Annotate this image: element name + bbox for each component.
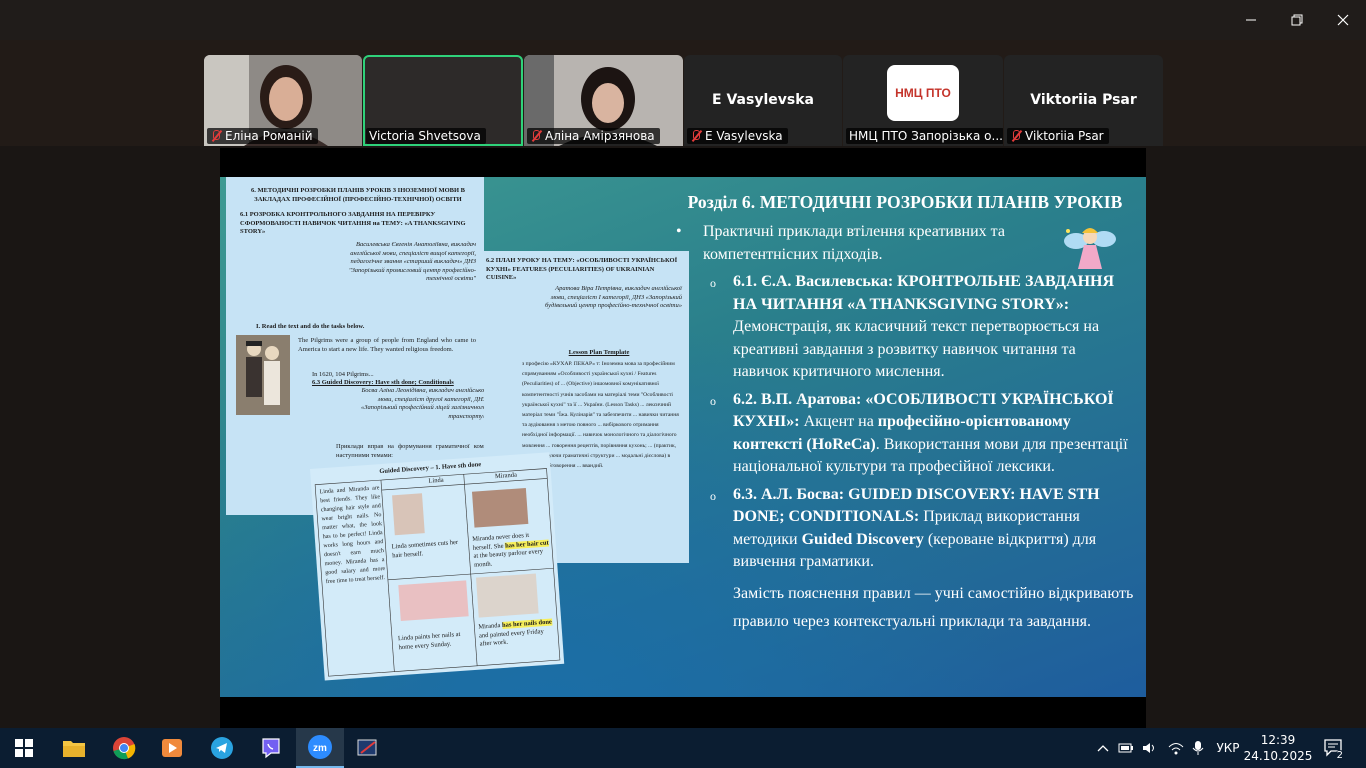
doc-heading: 6. МЕТОДИЧНІ РОЗРОБКИ ПЛАНІВ УРОКІВ З ІН… [250,187,466,203]
chrome-icon [113,737,136,760]
notification-count: 2 [1334,750,1345,761]
snipping-tool-icon [357,739,377,756]
participant-tile[interactable]: Еліна Романій [204,55,362,146]
presentation-slide: 6. МЕТОДИЧНІ РОЗРОБКИ ПЛАНІВ УРОКІВ З ІН… [220,177,1146,697]
doc-text: The Pilgrims were a group of people from… [298,337,476,353]
participant-tile[interactable]: НМЦ ПТО НМЦ ПТО Запорізька о... [843,55,1003,146]
doc-task: I. Read the text and do the tasks below. [256,323,365,330]
participant-name-bar: Аліна Амірзянова [527,128,660,144]
windows-logo-icon [15,739,33,757]
clock[interactable]: 12:39 24.10.2025 [1243,728,1313,768]
participant-name: E Vasylevska [705,129,783,143]
muted-mic-icon [1010,129,1022,143]
logo-text: НМЦ ПТО [895,86,951,100]
restore-button[interactable] [1274,0,1320,40]
sentence-part: Miranda [478,621,503,631]
media-player-button[interactable] [148,728,196,768]
participant-name-bar: Еліна Романій [207,128,318,144]
minimize-icon [1246,19,1256,21]
slide-item-6-1: 6.1. Є.А. Василевська: КРОНТРОЛЬНЕ ЗАВДА… [676,271,1134,384]
minimize-button[interactable] [1228,0,1274,40]
wifi-icon [1168,743,1184,755]
participant-tile[interactable]: Viktoriia Psar Viktoriia Psar [1004,55,1163,146]
miranda-sentence-1: Miranda never does it herself. She has h… [472,531,550,570]
muted-mic-icon [210,129,222,143]
participant-tile[interactable]: Аліна Амірзянова [524,55,683,146]
battery-status[interactable] [1116,728,1136,768]
start-button[interactable] [0,728,48,768]
participant-name-bar: НМЦ ПТО Запорізька о... [846,128,1003,144]
participant-display-name: E Vasylevska [712,92,814,108]
zoom-icon: zm [308,735,332,759]
slide-item-6-3: 6.3. А.Л. Босва: GUIDED DISCOVERY: HAVE … [676,484,1134,574]
microphone-icon [1192,741,1204,755]
doc-author: Василевська Євгенія Анатоліївна, виклада… [348,241,476,282]
item-emphasis: Guided Discovery [801,530,924,548]
file-explorer-button[interactable] [50,728,98,768]
chevron-up-icon [1097,745,1109,752]
participant-name-bar: E Vasylevska [687,128,788,144]
participant-name-bar: Victoria Shvetsova [366,128,486,144]
zoom-title-bar [0,0,1366,40]
microphone-status[interactable] [1188,728,1208,768]
participant-name: НМЦ ПТО Запорізька о... [849,129,1003,143]
pilgrims-illustration [236,335,290,415]
muted-mic-icon [530,129,542,143]
viber-button[interactable] [247,728,295,768]
participant-name: Еліна Романій [225,129,313,143]
doc-author: Босва Аліна Леонідівна, викладач англійс… [361,387,486,420]
clock-date: 24.10.2025 [1243,749,1313,763]
item-text: Акцент на [799,413,878,430]
media-player-icon [162,739,182,757]
participant-display-name: Viktoriia Psar [1030,92,1137,108]
slide-intro: Практичні приклади втілення креативних т… [676,221,1043,266]
doc-author: Аратова Віра Петрівна, викладач англійсь… [544,285,682,309]
windows-taskbar: zm УКР 12:39 24.10.2025 2 [0,728,1366,768]
speaker-icon [1143,743,1154,753]
close-button[interactable] [1320,0,1366,40]
participant-logo: НМЦ ПТО [887,65,959,121]
svg-text:zm: zm [313,743,327,754]
chrome-button[interactable] [100,728,148,768]
slide-item-6-2: 6.2. В.П. Аратова: «ОСОБЛИВОСТІ УКРАЇНСЬ… [676,389,1134,479]
volume-control[interactable] [1140,728,1160,768]
item-heading: 6.1. Є.А. Василевська: КРОНТРОЛЬНЕ ЗАВДА… [733,273,1115,313]
participant-name: Victoria Shvetsova [369,129,481,143]
participant-tile-active[interactable]: Victoria Shvetsova [363,55,523,146]
item-text: Демонстрація, як класичний текст перетво… [733,318,1100,380]
network-status[interactable] [1166,728,1186,768]
folder-icon [63,741,85,757]
doc-subheading: 6.1 РОЗРОБКА КРОНТРОЛЬНОГО ЗАВДАННЯ НА П… [240,211,466,235]
doc-lesson-plan-title: Lesson Plan Template [568,349,630,356]
restore-icon [1291,14,1303,26]
participant-name: Аліна Амірзянова [545,129,655,143]
close-icon [1337,14,1349,26]
viber-icon [262,738,280,759]
telegram-icon [211,737,233,759]
clock-time: 12:39 [1260,733,1296,747]
zoom-button[interactable]: zm [296,728,344,768]
miranda-sentence-2: Miranda has her nails done and painted e… [478,618,556,649]
slide-text-column: Розділ 6. МЕТОДИЧНІ РОЗРОБКИ ПЛАНІВ УРОК… [676,192,1134,636]
document-page-c: Guided Discovery – 1. Have sth done Lind… [310,452,565,681]
doc-heading: 6.2 ПЛАН УРОКУ НА ТЕМУ: «ОСОБЛИВОСТІ УКР… [486,257,678,281]
snipping-tool-button[interactable] [344,728,392,768]
telegram-button[interactable] [198,728,246,768]
slide-closing: Замість пояснення правил — учні самостій… [733,584,1134,630]
participant-name: Viktoriia Psar [1025,129,1104,143]
tray-overflow-button[interactable] [1094,728,1112,768]
participant-name-bar: Viktoriia Psar [1007,128,1109,144]
notification-center-button[interactable]: 2 [1318,728,1350,768]
battery-icon [1118,743,1133,753]
exercise-story: Linda and Miranda are best friends. They… [319,485,386,586]
participant-gallery: Еліна Романій Victoria Shvetsova Аліна А… [0,40,1366,146]
sentence-part: and painted every Friday after work. [478,627,544,648]
muted-mic-icon [690,129,702,143]
slide-title: Розділ 6. МЕТОДИЧНІ РОЗРОБКИ ПЛАНІВ УРОК… [687,192,1123,212]
participant-tile[interactable]: E Vasylevska E Vasylevska [684,55,842,146]
language-indicator[interactable]: УКР [1212,728,1244,768]
